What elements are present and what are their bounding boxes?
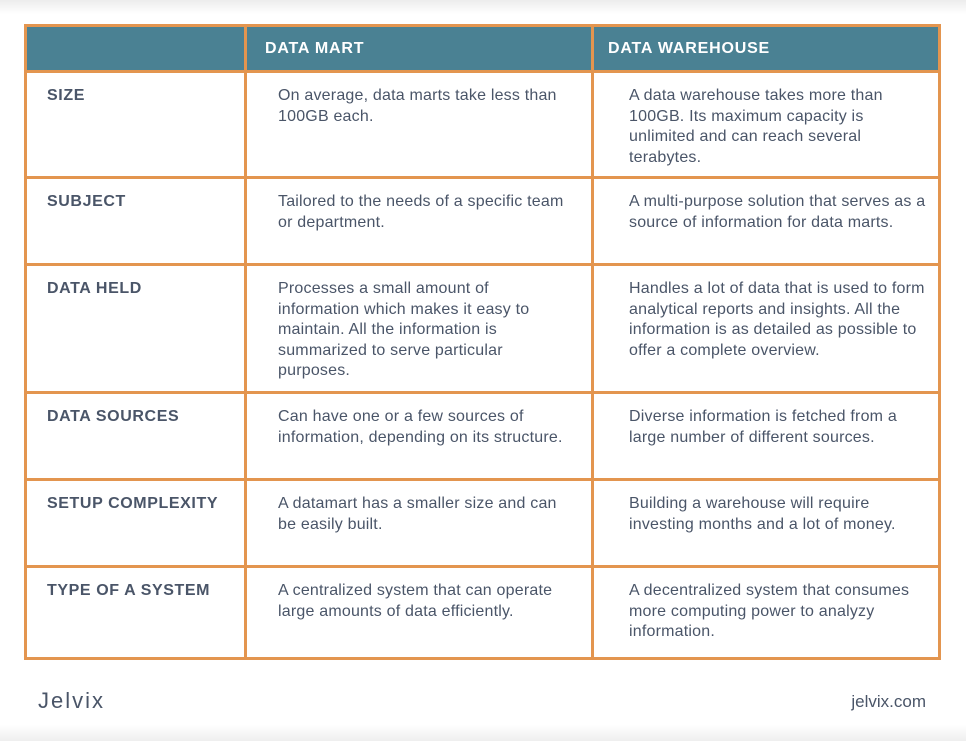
site-url: jelvix.com [851, 692, 926, 711]
bottom-shade [0, 725, 966, 741]
cell-data-warehouse-data-sources: Diverse information is fetched from a la… [594, 394, 938, 478]
comparison-table: DATA MART DATA WAREHOUSE SIZE On average… [24, 24, 941, 660]
header-cell-data-warehouse: DATA WAREHOUSE [594, 27, 938, 70]
cell-data-mart-subject: Tailored to the needs of a specific team… [247, 179, 591, 263]
brand-logo: Jelvix [38, 688, 106, 713]
top-shade [0, 0, 966, 14]
cell-data-warehouse-data-held: Handles a lot of data that is used to fo… [594, 266, 938, 391]
row-label-setup-complexity: SETUP COMPLEXITY [27, 481, 244, 565]
row-label-type-of-system: TYPE OF A SYSTEM [27, 568, 244, 657]
cell-data-mart-setup-complexity: A datamart has a smaller size and can be… [247, 481, 591, 565]
cell-data-mart-data-sources: Can have one or a few sources of informa… [247, 394, 591, 478]
cell-data-warehouse-setup-complexity: Building a warehouse will require invest… [594, 481, 938, 565]
row-label-size: SIZE [27, 73, 244, 176]
header-cell-empty [27, 27, 244, 70]
cell-data-warehouse-type-of-system: A decentralized system that consumes mor… [594, 568, 938, 657]
cell-data-mart-size: On average, data marts take less than 10… [247, 73, 591, 176]
row-label-data-held: DATA HELD [27, 266, 244, 391]
cell-data-warehouse-subject: A multi-purpose solution that serves as … [594, 179, 938, 263]
row-label-data-sources: DATA SOURCES [27, 394, 244, 478]
cell-data-mart-type-of-system: A centralized system that can operate la… [247, 568, 591, 657]
header-cell-data-mart: DATA MART [247, 27, 591, 70]
row-label-subject: SUBJECT [27, 179, 244, 263]
cell-data-mart-data-held: Processes a small amount of information … [247, 266, 591, 391]
cell-data-warehouse-size: A data warehouse takes more than 100GB. … [594, 73, 938, 176]
